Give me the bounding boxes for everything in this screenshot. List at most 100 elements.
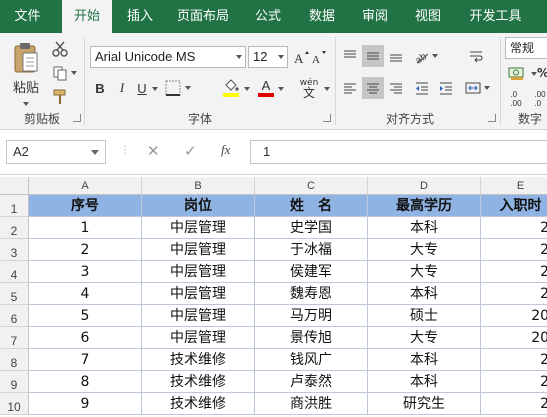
- column-header-e[interactable]: E: [481, 177, 547, 195]
- align-center-button[interactable]: [362, 77, 384, 99]
- align-bottom-button[interactable]: [386, 45, 406, 67]
- table-cell[interactable]: 20: [481, 261, 547, 283]
- table-cell[interactable]: 于冰福: [255, 239, 368, 261]
- table-cell[interactable]: 200: [481, 305, 547, 327]
- paste-dropdown-icon[interactable]: [23, 102, 29, 106]
- table-cell[interactable]: 8: [29, 371, 142, 393]
- phonetic-button[interactable]: wén 文: [296, 75, 322, 101]
- row-header-3[interactable]: 3: [0, 239, 29, 261]
- row-header-10[interactable]: 10: [0, 393, 29, 415]
- font-color-dropdown-icon[interactable]: [278, 87, 284, 91]
- orientation-button[interactable]: ab: [410, 45, 440, 67]
- table-cell[interactable]: 中层管理: [142, 261, 255, 283]
- table-cell[interactable]: 大专: [368, 327, 481, 349]
- tab-page-layout[interactable]: 页面布局: [168, 0, 238, 33]
- font-color-button[interactable]: A: [256, 77, 276, 99]
- column-header-b[interactable]: B: [142, 177, 255, 195]
- name-box-dropdown-icon[interactable]: [91, 150, 99, 155]
- row-header-8[interactable]: 8: [0, 349, 29, 371]
- table-cell[interactable]: 商洪胜: [255, 393, 368, 415]
- bold-button[interactable]: B: [92, 78, 108, 98]
- table-cell[interactable]: 本科: [368, 217, 481, 239]
- merge-center-button[interactable]: [462, 77, 492, 99]
- table-cell[interactable]: 本科: [368, 371, 481, 393]
- table-cell[interactable]: 20: [481, 393, 547, 415]
- orientation-dropdown-icon[interactable]: [431, 54, 438, 58]
- table-cell[interactable]: 200: [481, 327, 547, 349]
- table-cell[interactable]: 马万明: [255, 305, 368, 327]
- resize-handle-icon[interactable]: ⋮: [120, 145, 130, 156]
- table-cell[interactable]: 9: [29, 393, 142, 415]
- phonetic-dropdown-icon[interactable]: [324, 87, 330, 91]
- underline-dropdown-icon[interactable]: [152, 87, 158, 91]
- table-cell[interactable]: 20: [481, 371, 547, 393]
- table-cell[interactable]: 钱风广: [255, 349, 368, 371]
- insert-function-icon[interactable]: fx: [221, 142, 230, 158]
- table-cell[interactable]: 卢泰然: [255, 371, 368, 393]
- decrease-indent-button[interactable]: [412, 77, 432, 99]
- tab-insert[interactable]: 插入: [115, 0, 165, 33]
- increase-indent-button[interactable]: [436, 77, 456, 99]
- copy-button[interactable]: [50, 64, 78, 82]
- table-cell[interactable]: 魏寿恩: [255, 283, 368, 305]
- paste-button[interactable]: 粘贴: [8, 39, 44, 109]
- row-header-4[interactable]: 4: [0, 261, 29, 283]
- fill-color-dropdown-icon[interactable]: [244, 87, 250, 91]
- table-cell[interactable]: 本科: [368, 283, 481, 305]
- table-cell[interactable]: 中层管理: [142, 217, 255, 239]
- align-right-button[interactable]: [386, 77, 406, 99]
- table-cell[interactable]: 2: [29, 239, 142, 261]
- decrease-font-button[interactable]: A: [312, 47, 328, 67]
- table-cell[interactable]: 中层管理: [142, 283, 255, 305]
- table-cell[interactable]: 中层管理: [142, 239, 255, 261]
- font-size-field[interactable]: 12: [248, 46, 288, 68]
- tab-file[interactable]: 文件: [0, 0, 55, 33]
- table-cell[interactable]: 本科: [368, 349, 481, 371]
- row-header-2[interactable]: 2: [0, 217, 29, 239]
- tab-home[interactable]: 开始: [62, 0, 112, 33]
- align-middle-button[interactable]: [362, 45, 384, 67]
- cancel-entry-icon[interactable]: ✕: [147, 142, 160, 160]
- column-header-c[interactable]: C: [255, 177, 368, 195]
- table-cell[interactable]: 中层管理: [142, 327, 255, 349]
- format-painter-button[interactable]: [50, 88, 70, 106]
- table-cell[interactable]: 研究生: [368, 393, 481, 415]
- header-cell[interactable]: 姓 名: [255, 195, 368, 217]
- table-cell[interactable]: 景传旭: [255, 327, 368, 349]
- italic-button[interactable]: I: [114, 78, 130, 98]
- decrease-decimal-button[interactable]: .00 .0: [530, 87, 547, 111]
- borders-dropdown-icon[interactable]: [185, 86, 191, 90]
- wrap-text-button[interactable]: [466, 45, 486, 67]
- align-left-button[interactable]: [340, 77, 360, 99]
- name-box[interactable]: A2: [6, 140, 106, 164]
- formula-input[interactable]: 1: [250, 140, 547, 164]
- select-all-corner[interactable]: [0, 177, 29, 195]
- table-cell[interactable]: 技术维修: [142, 371, 255, 393]
- header-cell[interactable]: 序号: [29, 195, 142, 217]
- merge-dropdown-icon[interactable]: [483, 86, 490, 90]
- font-dialog-launcher[interactable]: [323, 114, 331, 122]
- row-header-9[interactable]: 9: [0, 371, 29, 393]
- row-header-6[interactable]: 6: [0, 305, 29, 327]
- table-cell[interactable]: 中层管理: [142, 305, 255, 327]
- row-header-7[interactable]: 7: [0, 327, 29, 349]
- table-cell[interactable]: 3: [29, 261, 142, 283]
- align-top-button[interactable]: [340, 45, 360, 67]
- table-cell[interactable]: 6: [29, 327, 142, 349]
- row-header-1[interactable]: 1: [0, 195, 29, 217]
- row-header-5[interactable]: 5: [0, 283, 29, 305]
- tab-review[interactable]: 审阅: [350, 0, 400, 33]
- table-cell[interactable]: 技术维修: [142, 349, 255, 371]
- increase-font-button[interactable]: A: [294, 47, 310, 67]
- confirm-entry-icon[interactable]: ✓: [184, 142, 197, 160]
- table-cell[interactable]: 20: [481, 217, 547, 239]
- header-cell[interactable]: 入职时: [481, 195, 547, 217]
- table-cell[interactable]: 1: [29, 217, 142, 239]
- column-header-a[interactable]: A: [29, 177, 142, 195]
- table-cell[interactable]: 技术维修: [142, 393, 255, 415]
- percent-style-button[interactable]: %: [536, 63, 547, 83]
- column-header-d[interactable]: D: [368, 177, 481, 195]
- tab-view[interactable]: 视图: [403, 0, 453, 33]
- table-cell[interactable]: 4: [29, 283, 142, 305]
- table-cell[interactable]: 大专: [368, 239, 481, 261]
